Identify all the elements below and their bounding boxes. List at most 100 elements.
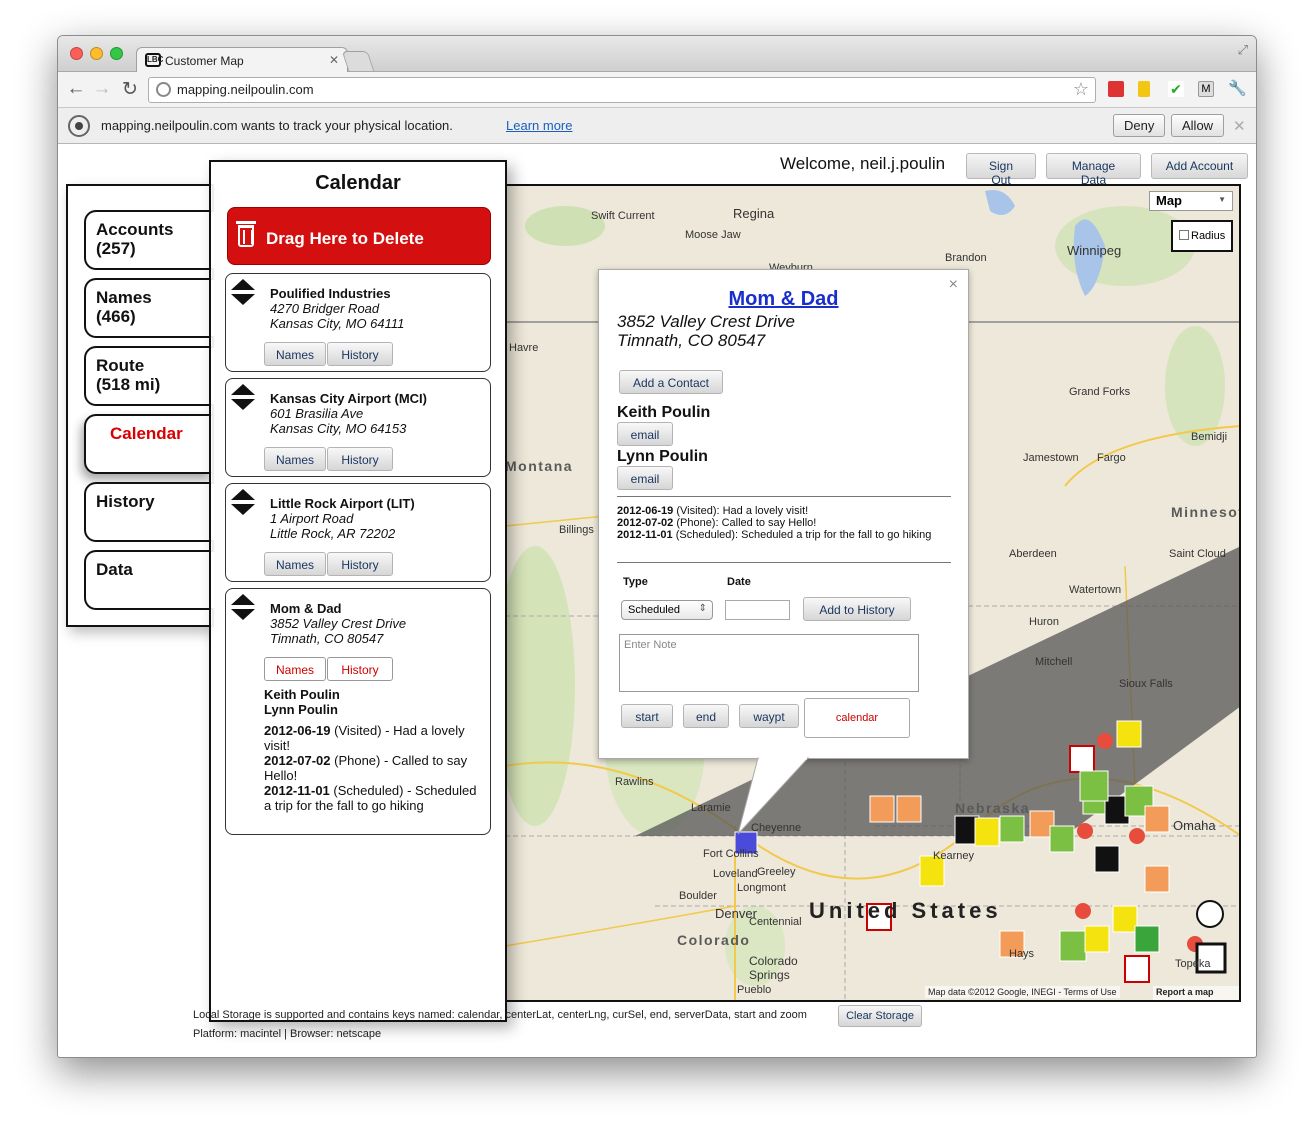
new-tab-button[interactable] <box>341 51 375 71</box>
map-city-label: Hays <box>1009 948 1035 960</box>
map-city-label: Moose Jaw <box>685 229 741 241</box>
tab-close-icon[interactable]: ✕ <box>329 53 339 67</box>
location-target-icon <box>68 115 90 137</box>
item-city: Kansas City, MO 64153 <box>270 421 407 436</box>
note-textarea[interactable]: Enter Note <box>619 634 919 692</box>
bookmark-star-icon[interactable]: ☆ <box>1073 79 1089 100</box>
item-street: 4270 Bridger Road <box>270 301 380 316</box>
map-city-label: Greeley <box>757 866 796 878</box>
extension-gmail-icon[interactable]: M <box>1198 81 1214 97</box>
back-arrow-icon[interactable]: ← <box>64 78 88 100</box>
wrench-menu-icon[interactable]: 🔧 <box>1228 81 1247 97</box>
browser-tab[interactable]: LBC Customer Map ✕ <box>136 47 348 73</box>
calendar-item[interactable]: Kansas City Airport (MCI) 601 Brasilia A… <box>225 378 491 477</box>
map-state-label: Montana <box>505 458 574 474</box>
welcome-text: Welcome, neil.j.poulin <box>780 154 946 173</box>
radius-toggle[interactable]: Radius <box>1171 220 1233 252</box>
add-contact-button[interactable]: Add a Contact <box>619 370 723 394</box>
geolocation-infobar: mapping.neilpoulin.com wants to track yo… <box>58 108 1256 144</box>
fullscreen-icon[interactable]: ⤢ <box>1238 42 1248 58</box>
forward-arrow-icon[interactable]: → <box>90 78 114 100</box>
item-address: 1 Airport Road Little Rock, AR 72202 <box>270 511 395 541</box>
info-window-title[interactable]: Mom & Dad <box>599 288 968 311</box>
email-button[interactable]: email <box>617 466 673 490</box>
window-close-button[interactable] <box>70 47 83 60</box>
map-city-label: Swift Current <box>591 210 655 222</box>
sign-out-button[interactable]: Sign Out <box>966 153 1036 187</box>
history-button[interactable]: History <box>327 447 393 471</box>
add-to-history-button[interactable]: Add to History <box>803 597 911 621</box>
tab-route[interactable]: Route (518 mi) <box>84 346 214 406</box>
contact-name: Keith Poulin <box>264 687 340 702</box>
map-type-select[interactable]: Map <box>1149 191 1233 211</box>
reorder-arrows-icon[interactable] <box>230 278 256 306</box>
names-button[interactable]: Names <box>264 342 326 366</box>
names-button[interactable]: Names <box>264 657 326 681</box>
add-account-button[interactable]: Add Account <box>1151 153 1248 179</box>
calendar-item[interactable]: Poulified Industries 4270 Bridger Road K… <box>225 273 491 372</box>
window-minimize-button[interactable] <box>90 47 103 60</box>
calendar-button[interactable]: calendar <box>804 698 910 738</box>
map-city-label: Fort Collins <box>703 848 759 860</box>
extension-phone-icon[interactable] <box>1138 81 1150 97</box>
item-name: Little Rock Airport (LIT) <box>270 496 415 511</box>
contact-name: Keith Poulin <box>617 404 711 421</box>
tab-accounts[interactable]: Accounts (257) <box>84 210 214 270</box>
map-city-label: Huron <box>1029 616 1059 628</box>
item-name: Kansas City Airport (MCI) <box>270 391 427 406</box>
history-entry: 2012-06-19 (Visited) - Had a lovely visi… <box>264 723 465 753</box>
tab-names[interactable]: Names (466) <box>84 278 214 338</box>
window-maximize-button[interactable] <box>110 47 123 60</box>
names-button[interactable]: Names <box>264 447 326 471</box>
radius-checkbox[interactable] <box>1179 230 1189 240</box>
history-button[interactable]: History <box>327 552 393 576</box>
local-storage-info: Local Storage is supported and contains … <box>193 1009 807 1021</box>
email-button[interactable]: email <box>617 422 673 446</box>
history-button[interactable]: History <box>327 342 393 366</box>
extension-check-icon[interactable]: ✔ <box>1168 81 1184 97</box>
start-button[interactable]: start <box>621 704 673 728</box>
map-attribution[interactable]: Map data ©2012 Google, INEGI - Terms of … <box>925 986 1120 998</box>
item-street: 1 Airport Road <box>270 511 354 526</box>
drag-delete-zone[interactable]: Drag Here to Delete <box>227 207 491 265</box>
names-button[interactable]: Names <box>264 552 326 576</box>
favicon-icon: LBC <box>145 53 163 67</box>
report-map-error-link[interactable]: Report a map error <box>1153 986 1239 1000</box>
history-type-select[interactable]: Scheduled <box>621 600 713 620</box>
history-button[interactable]: History <box>327 657 393 681</box>
reorder-arrows-icon[interactable] <box>230 383 256 411</box>
tab-calendar[interactable]: Calendar <box>84 414 212 474</box>
history-date-input[interactable] <box>725 600 790 620</box>
map-city-label: Havre <box>509 342 539 354</box>
end-button[interactable]: end <box>683 704 729 728</box>
calendar-item[interactable]: Little Rock Airport (LIT) 1 Airport Road… <box>225 483 491 582</box>
map-city-label: Centennial <box>749 916 802 928</box>
infobar-close-icon[interactable]: ✕ <box>1233 117 1246 135</box>
map-city-label: Saint Cloud <box>1169 548 1226 560</box>
infobar-message: mapping.neilpoulin.com wants to track yo… <box>101 118 453 133</box>
map-city-label: Topeka <box>1175 958 1211 970</box>
page-info-icon[interactable] <box>156 82 171 97</box>
extension-bookmark-icon[interactable] <box>1108 81 1124 97</box>
item-street: 601 Brasilia Ave <box>270 406 364 421</box>
allow-button[interactable]: Allow <box>1171 114 1225 137</box>
address-bar[interactable]: mapping.neilpoulin.com ☆ <box>148 77 1096 103</box>
tab-label: History <box>96 492 155 511</box>
tab-data[interactable]: Data <box>84 550 214 610</box>
calendar-item-expanded[interactable]: Mom & Dad 3852 Valley Crest Drive Timnat… <box>225 588 491 835</box>
left-tab-panel: Accounts (257) Names (466) Route (518 mi… <box>66 184 214 627</box>
reorder-arrows-icon[interactable] <box>230 593 256 621</box>
waypoint-button[interactable]: waypt <box>739 704 799 728</box>
reload-icon[interactable]: ↻ <box>118 78 142 101</box>
deny-button[interactable]: Deny <box>1113 114 1166 137</box>
tab-label: Data <box>96 560 133 579</box>
manage-data-button[interactable]: Manage Data <box>1046 153 1141 187</box>
item-address: 4270 Bridger Road Kansas City, MO 64111 <box>270 301 404 331</box>
tab-history[interactable]: History <box>84 482 214 542</box>
info-window-pointer <box>738 756 810 835</box>
item-city: Little Rock, AR 72202 <box>270 526 396 541</box>
reorder-arrows-icon[interactable] <box>230 488 256 516</box>
clear-storage-button[interactable]: Clear Storage <box>838 1005 922 1027</box>
item-name: Mom & Dad <box>270 601 342 616</box>
learn-more-link[interactable]: Learn more <box>506 118 572 133</box>
